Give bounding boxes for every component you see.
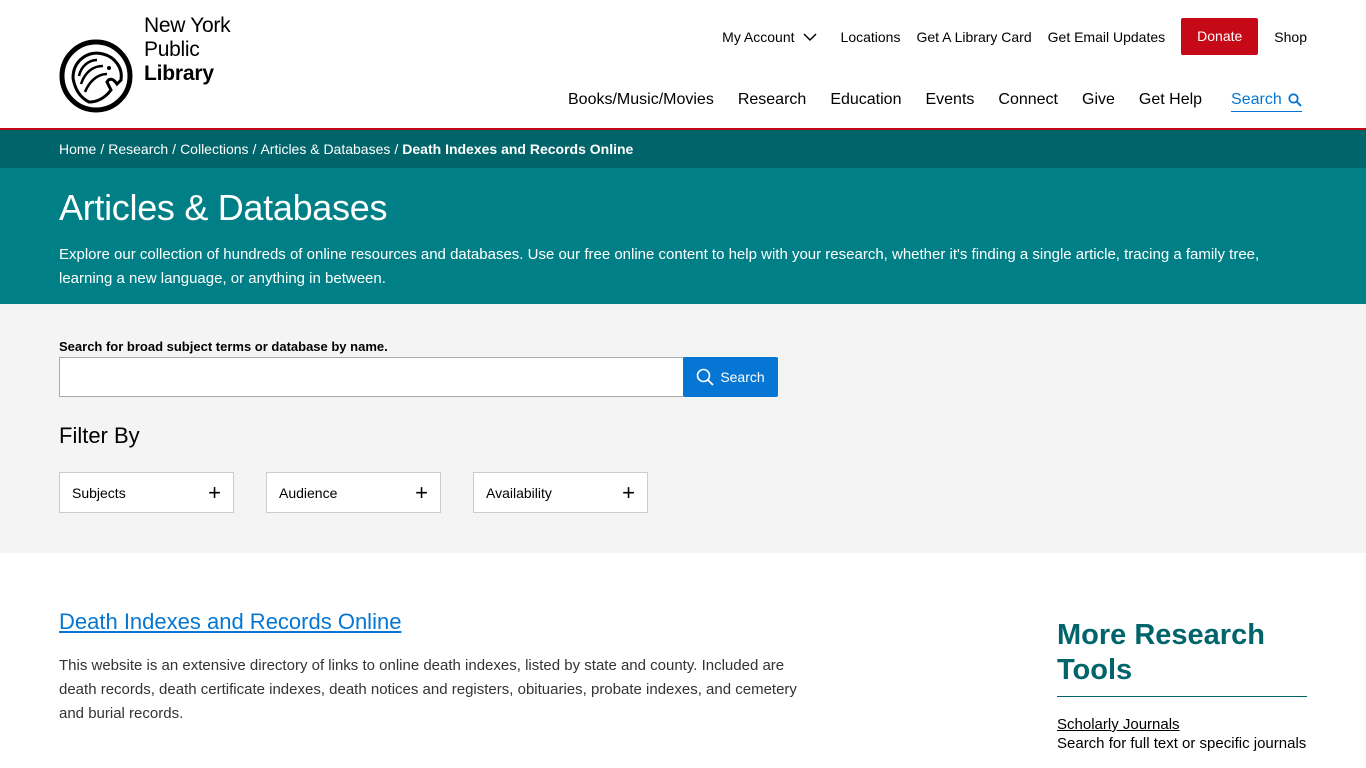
logo-line1: New York bbox=[144, 14, 231, 37]
nav-events[interactable]: Events bbox=[925, 91, 974, 112]
breadcrumb: Home / Research / Collections / Articles & … bbox=[0, 130, 1366, 168]
search-button[interactable]: Search bbox=[683, 357, 778, 397]
more-research-tools-sidebar: More Research Tools Scholarly Journals S… bbox=[1057, 618, 1307, 752]
my-account-label: My Account bbox=[722, 28, 795, 45]
breadcrumb-research[interactable]: Research bbox=[108, 141, 168, 157]
search-icon bbox=[1288, 93, 1302, 107]
main-nav: Books/Music/Movies Research Education Ev… bbox=[568, 91, 1302, 112]
site-header: New York Public Library My Account Locat… bbox=[0, 0, 1366, 128]
utility-nav: My Account Locations Get A Library Card … bbox=[722, 18, 1307, 55]
nav-search-label: Search bbox=[1231, 91, 1282, 108]
donate-button[interactable]: Donate bbox=[1181, 18, 1259, 55]
search-icon bbox=[697, 368, 714, 386]
plus-icon: + bbox=[415, 479, 428, 505]
sidebar-title: More Research Tools bbox=[1057, 618, 1307, 697]
filter-availability-label: Availability bbox=[486, 484, 552, 501]
breadcrumb-articles-databases[interactable]: Articles & Databases bbox=[260, 141, 390, 157]
hero-description: Explore our collection of hundreds of on… bbox=[59, 246, 1260, 287]
nav-give[interactable]: Give bbox=[1082, 91, 1115, 112]
logo-line3: Library bbox=[144, 62, 214, 85]
my-account-button[interactable]: My Account bbox=[722, 28, 817, 45]
nav-connect[interactable]: Connect bbox=[998, 91, 1058, 112]
search-filter-panel: Search for broad subject terms or databa… bbox=[0, 304, 1366, 553]
filter-subjects-label: Subjects bbox=[72, 484, 126, 501]
plus-icon: + bbox=[622, 479, 635, 505]
nypl-logo[interactable]: New York Public Library bbox=[59, 14, 249, 114]
filter-audience-button[interactable]: Audience + bbox=[266, 472, 441, 513]
logo-wordmark: New York Public Library bbox=[144, 14, 231, 86]
search-input[interactable] bbox=[59, 357, 684, 397]
shop-link[interactable]: Shop bbox=[1274, 29, 1307, 45]
hero-banner: Articles & Databases Explore our collect… bbox=[0, 168, 1366, 304]
result-description: This website is an extensive directory o… bbox=[59, 657, 797, 722]
filter-title: Filter By bbox=[59, 423, 140, 448]
chevron-down-icon bbox=[803, 32, 817, 41]
page-title: Articles & Databases bbox=[59, 187, 388, 228]
plus-icon: + bbox=[208, 479, 221, 505]
scholarly-journals-description: Search for full text or specific journal… bbox=[1057, 735, 1307, 752]
locations-link[interactable]: Locations bbox=[841, 29, 901, 45]
result-title-link[interactable]: Death Indexes and Records Online bbox=[59, 609, 401, 635]
filter-subjects-button[interactable]: Subjects + bbox=[59, 472, 234, 513]
breadcrumb-collections[interactable]: Collections bbox=[180, 141, 248, 157]
library-card-link[interactable]: Get A Library Card bbox=[916, 29, 1031, 45]
nav-books-music-movies[interactable]: Books/Music/Movies bbox=[568, 91, 714, 112]
nav-get-help[interactable]: Get Help bbox=[1139, 91, 1202, 112]
search-button-label: Search bbox=[720, 369, 765, 385]
nav-education[interactable]: Education bbox=[830, 91, 901, 112]
scholarly-journals-link[interactable]: Scholarly Journals bbox=[1057, 716, 1307, 733]
breadcrumb-home[interactable]: Home bbox=[59, 141, 96, 157]
nav-search[interactable]: Search bbox=[1231, 91, 1302, 112]
logo-line2: Public bbox=[144, 38, 200, 61]
filter-availability-button[interactable]: Availability + bbox=[473, 472, 648, 513]
search-label: Search for broad subject terms or databa… bbox=[59, 339, 388, 354]
lion-logo-icon bbox=[59, 39, 133, 113]
breadcrumb-current: Death Indexes and Records Online bbox=[402, 141, 634, 157]
filter-audience-label: Audience bbox=[279, 484, 338, 501]
nav-research[interactable]: Research bbox=[738, 91, 806, 112]
email-updates-link[interactable]: Get Email Updates bbox=[1048, 29, 1166, 45]
